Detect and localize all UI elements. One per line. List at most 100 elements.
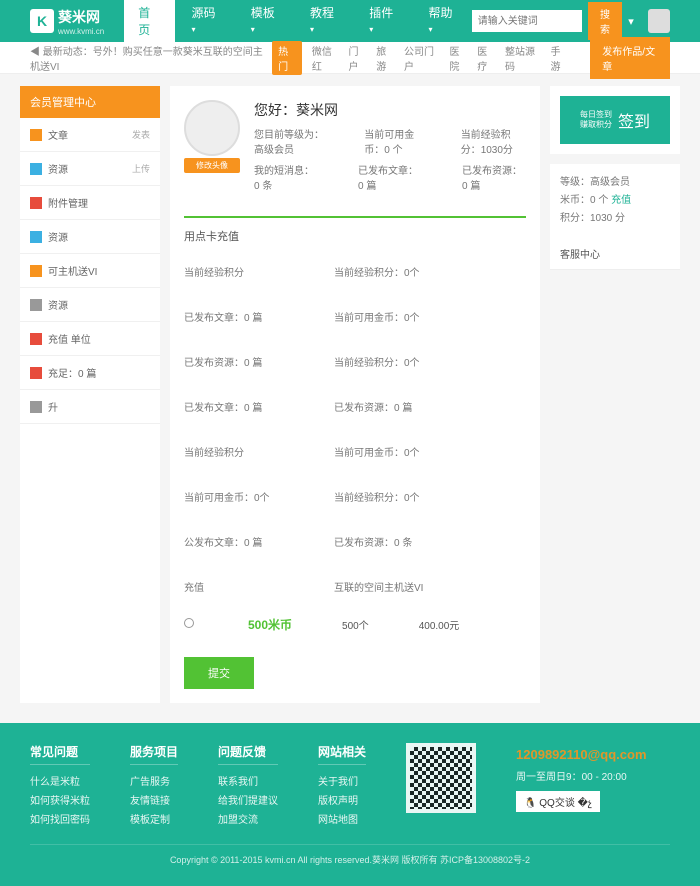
price-row: 500米币 500个 400.00元 [184,616,526,633]
tag-item[interactable]: 整站源码 [505,43,541,73]
msg-label: 我的短消息：0 条 [254,162,318,192]
stat-cell: 当前可用金币：0个 [184,489,284,504]
sidebar-header: 会员管理中心 [20,86,160,118]
stat-cell: 充值 [184,579,284,594]
coin-label: 当前可用金币：0 个 [364,126,420,156]
footer-link[interactable]: 给我们提建议 [218,792,278,811]
sidebar-icon [30,367,42,379]
footer-link[interactable]: 友情链接 [130,792,178,811]
stat-cell: 当前经验积分：0个 [334,489,434,504]
sidebar-icon [30,401,42,413]
tag-item[interactable]: 医院 [450,43,468,73]
signin-box: 每日签到赚取积分 签到 [550,86,680,154]
sidebar-item[interactable]: 升 [20,390,160,424]
tag-item[interactable]: 微信红 [312,43,339,73]
footer-link[interactable]: 加盟交流 [218,811,278,830]
sidebar-item[interactable]: 文章发表 [20,118,160,152]
sidebar-item[interactable]: 可主机送VI [20,254,160,288]
tag-item[interactable]: 旅游 [376,43,394,73]
footer-link[interactable]: 版权声明 [318,792,366,811]
sidebar-item[interactable]: 资源 上传 [20,152,160,186]
footer: 常见问题什么是米粒如何获得米粒如何找回密码服务项目广告服务友情链接模板定制问题反… [0,723,700,886]
right-column: 每日签到赚取积分 签到 等级：高级会员 米币：0 个 充值 积分：1030 分 … [550,86,680,703]
edit-avatar-button[interactable]: 修改头像 [184,158,240,173]
footer-link[interactable]: 关于我们 [318,773,366,792]
price-qty: 500个 [342,617,369,632]
footer-contact: 1209892110@qq.com 周一至周日9：00 - 20:00 🐧 QQ… [516,743,646,830]
sidebar-label: 充值 单位 [48,331,91,346]
stat-cell: 公发布文章：0 篇 [184,534,284,549]
footer-heading: 问题反馈 [218,743,278,765]
footer-link[interactable]: 什么是米粒 [30,773,90,792]
sidebar-item[interactable]: 附件管理 [20,186,160,220]
search-input[interactable] [472,10,582,32]
sidebar-label: 资源 [48,161,68,176]
footer-heading: 网站相关 [318,743,366,765]
stat-cell: 已发布文章：0 篇 [184,399,284,414]
sidebar-icon [30,231,42,243]
sidebar-label: 升 [48,399,58,414]
sidebar-label: 资源 [48,229,68,244]
radio-icon[interactable] [184,618,194,628]
sidebar-icon [30,333,42,345]
sidebar-icon [30,163,42,175]
stat-cell: 当前经验积分：0个 [334,264,434,279]
avatar[interactable] [184,100,240,156]
sidebar-label: 文章 [48,127,68,142]
tag-item[interactable]: 门户 [349,43,367,73]
contact-email[interactable]: 1209892110@qq.com [516,743,646,768]
recharge-link[interactable]: 充值 [611,195,631,206]
stat-cell: 当前经验积分 [184,444,284,459]
footer-link[interactable]: 如何获得米粒 [30,792,90,811]
greeting: 您好：葵米网 [254,100,526,120]
signin-text: 签到 [618,108,650,132]
tag-item[interactable]: 医疗 [477,43,495,73]
publish-button[interactable]: 发布作品/文章 [590,37,670,79]
stat-cell: 互联的空间主机送VI [334,579,434,594]
footer-heading: 常见问题 [30,743,90,765]
main-content: 修改头像 您好：葵米网 您目前等级为：高级会员 当前可用金币：0 个 当前经验积… [170,86,540,703]
footer-link[interactable]: 模板定制 [130,811,178,830]
level-text: 等级：高级会员 [560,174,670,192]
level-label: 您目前等级为：高级会员 [254,126,324,156]
user-avatar-icon[interactable] [648,9,670,33]
sidebar-label: 充足：0 篇 [48,365,96,380]
logo[interactable]: K 葵米网 www.kvmi.cn [30,7,104,36]
footer-link[interactable]: 广告服务 [130,773,178,792]
sidebar-icon [30,299,42,311]
container: 会员管理中心 文章发表资源上传附件管理资源可主机送VI资源充值 单位充足：0 篇… [0,86,700,703]
footer-column: 网站相关关于我们版权声明网站地图 [318,743,366,830]
res-label: 已发布资源：0 篇 [462,162,526,192]
tag-item[interactable]: 公司门户 [404,43,440,73]
tag-list: 热门 微信红 门户 旅游 公司门户 医院 医疗 整站源码 手游 发布作品/文章 [272,37,670,79]
sidebar-icon [30,129,42,141]
stat-cell: 当前可用金币：0个 [334,444,434,459]
stat-cell: 当前经验积分 [184,264,284,279]
sidebar-label: 资源 [48,297,68,312]
sidebar-item[interactable]: 资源 [20,288,160,322]
tag-item[interactable]: 手游 [551,43,569,73]
tag-hot[interactable]: 热门 [272,41,302,75]
sidebar-item[interactable]: 资源 [20,220,160,254]
coin-text: 米币：0 个 [560,195,611,206]
search-button[interactable]: 搜索 [588,2,623,40]
footer-link[interactable]: 联系我们 [218,773,278,792]
price-option: 500米币 [248,616,292,633]
contact-hours: 周一至周日9：00 - 20:00 [516,768,646,787]
sidebar-action: 上传 [132,162,150,175]
footer-column: 常见问题什么是米粒如何获得米粒如何找回密码 [30,743,90,830]
exp-label: 当前经验积分：1030分 [461,126,526,156]
footer-link[interactable]: 如何找回密码 [30,811,90,830]
score-text: 积分：1030 分 [560,210,670,228]
stat-cell: 当前可用金币：0个 [334,309,434,324]
qq-button[interactable]: 🐧 QQ交谈 �չ [516,791,600,812]
submit-button[interactable]: 提交 [184,657,254,689]
sidebar-item[interactable]: 充值 单位 [20,322,160,356]
sidebar: 会员管理中心 文章发表资源上传附件管理资源可主机送VI资源充值 单位充足：0 篇… [20,86,160,703]
dropdown-icon[interactable]: ▾ [628,15,634,28]
sidebar-item[interactable]: 充足：0 篇 [20,356,160,390]
footer-link[interactable]: 网站地图 [318,811,366,830]
stat-cell: 已发布资源：0 篇 [334,399,434,414]
signin-button[interactable]: 每日签到赚取积分 签到 [560,96,670,144]
sidebar-label: 附件管理 [48,195,88,210]
